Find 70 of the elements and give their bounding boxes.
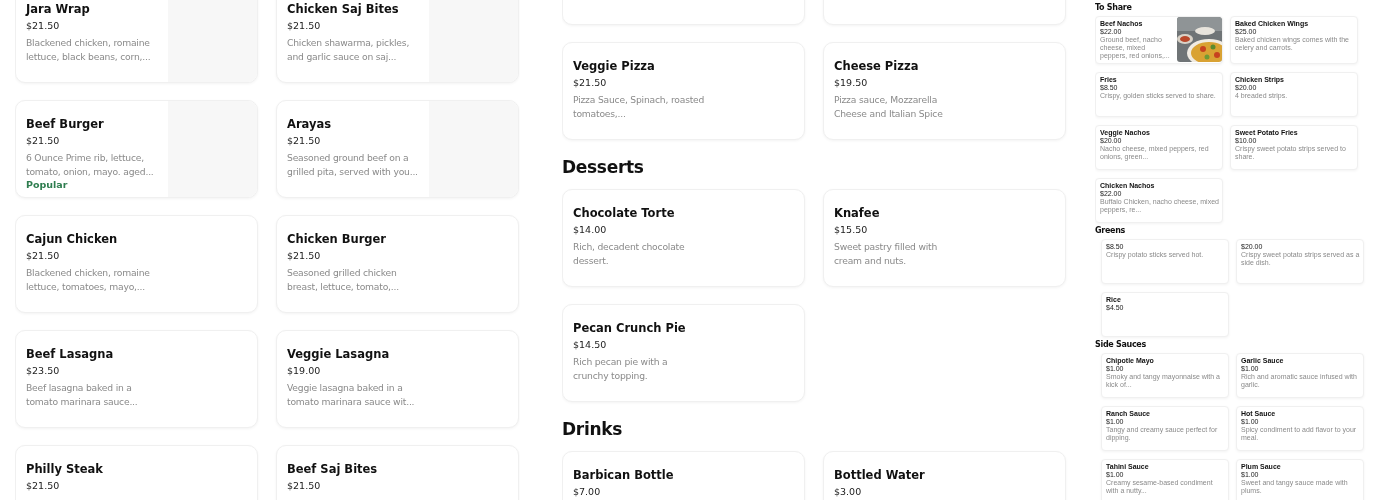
item-price: $21.50 — [287, 20, 321, 32]
item-description: Sweet pastry filled with cream and nuts. — [834, 240, 939, 267]
item-name: Bottled Water — [834, 468, 925, 482]
item-description: Rich pecan pie with a crunchy topping. — [573, 355, 669, 382]
menu-card[interactable]: Arayas $21.50 Seasoned ground beef on a grilled pita, served with you... — [276, 100, 519, 198]
menu-card[interactable]: Knafee $15.50 Sweet pastry filled with cream and nuts. — [823, 189, 1066, 287]
item-description: Blackened chicken, romaine lettuce, tomatoes, mayo,... — [26, 266, 151, 293]
item-price: $21.50 — [26, 135, 60, 147]
item-price: $19.50 — [834, 77, 868, 89]
item-price: $21.50 — [287, 250, 321, 262]
item-price: $3.00 — [834, 486, 862, 498]
menu-card[interactable]: Chicken Saj Bites $21.50 Chicken shawarma, pickles, and garlic sauce on saj... — [276, 0, 519, 83]
item-name: Veggie Lasagna — [287, 347, 390, 361]
popular-tag: Popular — [26, 179, 68, 191]
menu-card[interactable]: Chicken Burger $21.50 Seasoned grilled chicken breast, lettuce, tomato,... — [276, 215, 519, 313]
menu-card[interactable]: Chocolate Torte $14.00 Rich, decadent chocolate dessert. — [562, 189, 805, 287]
item-description: Beef lasagna baked in a tomato marinara sauce... — [26, 381, 139, 408]
item-description: Veggie lasagna baked in a tomato marinara sauce wit... — [287, 381, 416, 408]
item-name: Beef Saj Bites — [287, 462, 378, 476]
item-description: Pizza sauce, Mozzarella Cheese and Italian Spice — [834, 93, 944, 120]
item-price: $23.50 — [26, 365, 60, 377]
item-price: $15.50 — [834, 224, 868, 236]
item-name: Cheese Pizza — [834, 59, 919, 73]
item-price: $7.00 — [573, 486, 601, 498]
menu-card[interactable]: Barbican Bottle $7.00 — [562, 451, 805, 500]
item-name: Beef Burger — [26, 117, 104, 131]
item-price: $14.50 — [573, 339, 607, 351]
item-name: Cajun Chicken — [26, 232, 118, 246]
item-price: $21.50 — [287, 480, 321, 492]
item-name: Chicken Saj Bites — [287, 2, 399, 16]
item-price: $21.50 — [26, 480, 60, 492]
menu-card[interactable]: Beef Saj Bites $21.50 — [276, 445, 519, 500]
item-name: Jara Wrap — [26, 2, 90, 16]
item-description: Blackened chicken, romaine lettuce, black beans, corn,... — [26, 36, 152, 63]
item-name: Veggie Pizza — [573, 59, 655, 73]
item-name: Philly Steak — [26, 462, 103, 476]
item-name: Arayas — [287, 117, 332, 131]
menu-card[interactable]: Cheese Pizza $19.50 Pizza sauce, Mozzarella Cheese and Italian Spice — [823, 42, 1066, 140]
menu-card[interactable]: Veggie Lasagna $19.00 Veggie lasagna baked in a tomato marinara sauce wit... — [276, 330, 519, 428]
menu-card[interactable]: Pecan Crunch Pie $14.50 Rich pecan pie with a crunchy topping. — [562, 304, 805, 402]
item-price: $19.00 — [287, 365, 321, 377]
item-description: Chicken shawarma, pickles, and garlic sauce on saj... — [287, 36, 411, 63]
item-name: Barbican Bottle — [573, 468, 674, 482]
section-heading: Drinks — [562, 419, 624, 439]
item-price: $21.50 — [26, 250, 60, 262]
section-heading: Desserts — [562, 157, 645, 177]
menu-card[interactable]: Beef Burger $21.50 6 Ounce Prime rib, lettuce, tomato, onion, mayo. aged... Popular — [15, 100, 258, 198]
item-name: Knafee — [834, 206, 880, 220]
item-name: Beef Lasagna — [26, 347, 114, 361]
item-description: Rich, decadent chocolate dessert. — [573, 240, 686, 267]
item-description: Pizza Sauce, Spinach, roasted tomatoes,... — [573, 93, 705, 120]
item-description: 6 Ounce Prime rib, lettuce, tomato, onion, mayo. aged... — [26, 151, 155, 178]
item-description: Seasoned grilled chicken breast, lettuce, tomato,... — [287, 266, 400, 293]
menu-card[interactable]: Bottled Water $3.00 — [823, 451, 1066, 500]
item-price: $14.00 — [573, 224, 607, 236]
section-heading: Side Sauces — [1095, 340, 1147, 350]
section-heading: Greens — [1095, 226, 1127, 236]
item-name: Pecan Crunch Pie — [573, 321, 686, 335]
menu-card[interactable]: Philly Steak $21.50 — [15, 445, 258, 500]
menu-card[interactable]: Jara Wrap $21.50 Blackened chicken, romaine lettuce, black beans, corn,... — [15, 0, 258, 83]
section-heading: To Share — [1095, 3, 1133, 13]
menu-card[interactable]: Veggie Pizza $21.50 Pizza Sauce, Spinach, roasted tomatoes,... — [562, 42, 805, 140]
menu-card[interactable]: Beef Lasagna $23.50 Beef lasagna baked in a tomato marinara sauce... — [15, 330, 258, 428]
item-name: Chocolate Torte — [573, 206, 675, 220]
item-price: $21.50 — [573, 77, 607, 89]
item-price: $21.50 — [26, 20, 60, 32]
menu-card[interactable]: Cajun Chicken $21.50 Blackened chicken, romaine lettuce, tomatoes, mayo,... — [15, 215, 258, 313]
item-description: Seasoned ground beef on a grilled pita, served with you... — [287, 151, 419, 178]
item-price: $21.50 — [287, 135, 321, 147]
item-name: Chicken Burger — [287, 232, 387, 246]
